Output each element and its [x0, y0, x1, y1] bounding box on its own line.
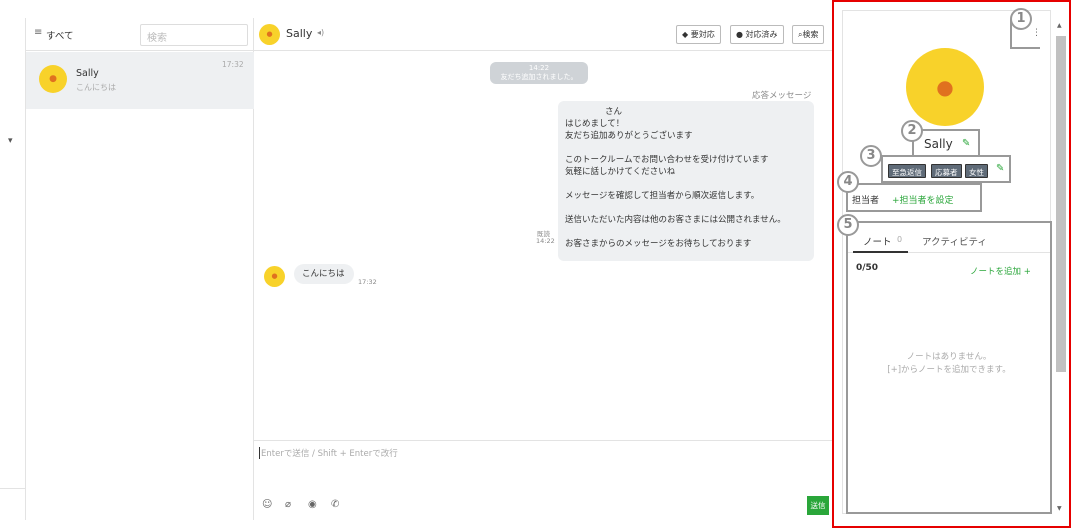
conversation-item[interactable]: ● Sally こんにちは 17:32	[26, 52, 254, 109]
auto-reply-line	[565, 226, 807, 238]
chat-icon: ●	[736, 30, 746, 39]
add-note-link[interactable]: ノートを追加 +	[970, 265, 1031, 277]
conversation-preview: こんにちは	[76, 83, 116, 92]
emoji-icon[interactable]: ☺	[262, 499, 272, 510]
edit-name-icon[interactable]: ✎	[962, 138, 970, 149]
handled-label: 対応済み	[745, 30, 778, 39]
collapse-arrow-icon[interactable]: ▾	[8, 136, 13, 146]
auto-reply-text: さんはじめまして！ 友だち追加ありがとうございます このトークルームでお問い合わせ…	[565, 106, 807, 250]
list-header: ≡ すべて 検索	[26, 18, 254, 51]
note-count: 0/50	[856, 263, 879, 273]
tag-chip[interactable]: 応募者	[931, 164, 962, 178]
conversation-name: Sally	[76, 68, 99, 79]
auto-reply-line	[565, 178, 807, 190]
tab-notes[interactable]: ノート 0	[853, 223, 908, 253]
profile-panel: 1 ⋮ ● Sally ✎ 2 至急返信 応募者 女性 ✎ 3 担当者 +担当者…	[832, 0, 1071, 528]
attach-icon[interactable]: ⌀	[285, 499, 291, 510]
tab-bar: ノート 0 アクティビティ	[848, 223, 1050, 253]
search-label: 検索	[802, 30, 819, 39]
avatar: ●	[264, 266, 285, 287]
empty-line: [+]からノートを追加できます。	[887, 365, 1011, 375]
scrollbar[interactable]: ▲ ▼	[1053, 18, 1069, 516]
read-time: 14:22	[536, 237, 555, 245]
notes-callout: ノート 0 アクティビティ 0/50 ノートを追加 + ノートはありません。 […	[846, 221, 1052, 514]
search-input[interactable]: 検索	[140, 24, 248, 46]
divider	[0, 488, 26, 489]
callout-marker-5: 5	[837, 214, 859, 236]
auto-reply-bubble: さんはじめまして！ 友だち追加ありがとうございます このトークルームでお問い合わせ…	[558, 101, 814, 261]
user-message-time: 17:32	[358, 278, 377, 286]
speaker-icon[interactable]: ◂)	[317, 28, 324, 37]
user-message: こんにちは	[294, 264, 354, 284]
tag-chip[interactable]: 至急返信	[888, 164, 926, 178]
search-button[interactable]: ⌕検索	[792, 25, 825, 44]
unhandled-button[interactable]: ◆ 要対応	[676, 25, 721, 44]
auto-reply-line: お客さまからのメッセージをお待ちしております	[565, 239, 752, 249]
tab-notes-count: 0	[897, 235, 903, 244]
more-menu-icon[interactable]: ⋮	[1032, 28, 1041, 38]
tab-notes-label: ノート	[863, 237, 892, 248]
assignee-label: 担当者	[852, 196, 880, 206]
callout-marker-3: 3	[860, 145, 882, 167]
quick-reply-icon[interactable]: ◉	[308, 499, 317, 510]
left-nav-strip: ▾	[0, 18, 26, 520]
scroll-up-icon[interactable]: ▲	[1057, 22, 1062, 29]
call-icon[interactable]: ✆	[331, 499, 339, 510]
menu-icon[interactable]: ≡	[34, 27, 42, 38]
empty-notes: ノートはありません。 [+]からノートを追加できます。	[848, 351, 1050, 377]
send-button[interactable]: 送信	[807, 496, 829, 515]
tag-icon: ◆	[682, 30, 691, 39]
conversation-time: 17:32	[222, 60, 244, 69]
system-text: 友だち追加されました。	[500, 73, 578, 81]
profile-avatar: ●	[906, 48, 984, 126]
assign-link[interactable]: +担当者を設定	[892, 193, 954, 206]
conversation-list: ≡ すべて 検索 ● Sally こんにちは 17:32	[26, 18, 254, 520]
chat-header: ● Sally ◂) ◆ 要対応 ● 対応済み ⌕検索	[254, 18, 832, 51]
edit-tags-icon[interactable]: ✎	[996, 163, 1004, 174]
auto-reply-line	[565, 202, 807, 214]
auto-reply-line: さん	[605, 107, 623, 117]
system-message: 14:22 友だち追加されました。	[490, 62, 588, 84]
auto-reply-line: 気軽に話しかけてくださいね	[565, 167, 676, 177]
scroll-thumb[interactable]	[1056, 36, 1066, 372]
tab-activity[interactable]: アクティビティ	[922, 234, 987, 248]
composer: Enterで送信 / Shift + Enterで改行 ☺ ⌀ ◉ ✆ 送信	[254, 440, 832, 520]
auto-reply-line	[565, 142, 807, 154]
chat-area: ● Sally ◂) ◆ 要対応 ● 対応済み ⌕検索 14:22 友だち追加さ…	[254, 18, 832, 520]
auto-reply-line: 友だち追加ありがとうございます	[565, 131, 693, 141]
callout-marker-4: 4	[837, 171, 859, 193]
unhandled-label: 要対応	[690, 30, 715, 39]
tag-chip[interactable]: 女性	[965, 164, 988, 178]
auto-reply-label: 応答メッセージ	[752, 91, 812, 101]
auto-reply-line: はじめまして！	[565, 119, 625, 129]
tags-callout: 至急返信 応募者 女性 ✎	[881, 155, 1011, 183]
auto-reply-line: 送信いただいた内容は他のお客さまには公開されません。	[565, 215, 786, 225]
empty-line: ノートはありません。	[906, 352, 992, 362]
scroll-down-icon[interactable]: ▼	[1057, 505, 1062, 512]
avatar: ●	[39, 65, 67, 93]
callout-marker-2: 2	[901, 120, 923, 142]
assignee-callout: 担当者 +担当者を設定	[846, 183, 982, 212]
auto-reply-line: このトークルームでお問い合わせを受け付けています	[565, 155, 769, 165]
system-time: 14:22	[528, 64, 550, 72]
profile-name: Sally	[924, 137, 953, 151]
filter-label[interactable]: すべて	[46, 28, 73, 42]
chat-title: Sally	[286, 27, 313, 40]
auto-reply-line: メッセージを確認して担当者から順次返信します。	[565, 191, 760, 201]
callout-marker-1: 1	[1010, 8, 1032, 30]
handled-button[interactable]: ● 対応済み	[730, 25, 784, 44]
avatar: ●	[259, 24, 280, 45]
message-input[interactable]: Enterで送信 / Shift + Enterで改行	[259, 447, 398, 459]
